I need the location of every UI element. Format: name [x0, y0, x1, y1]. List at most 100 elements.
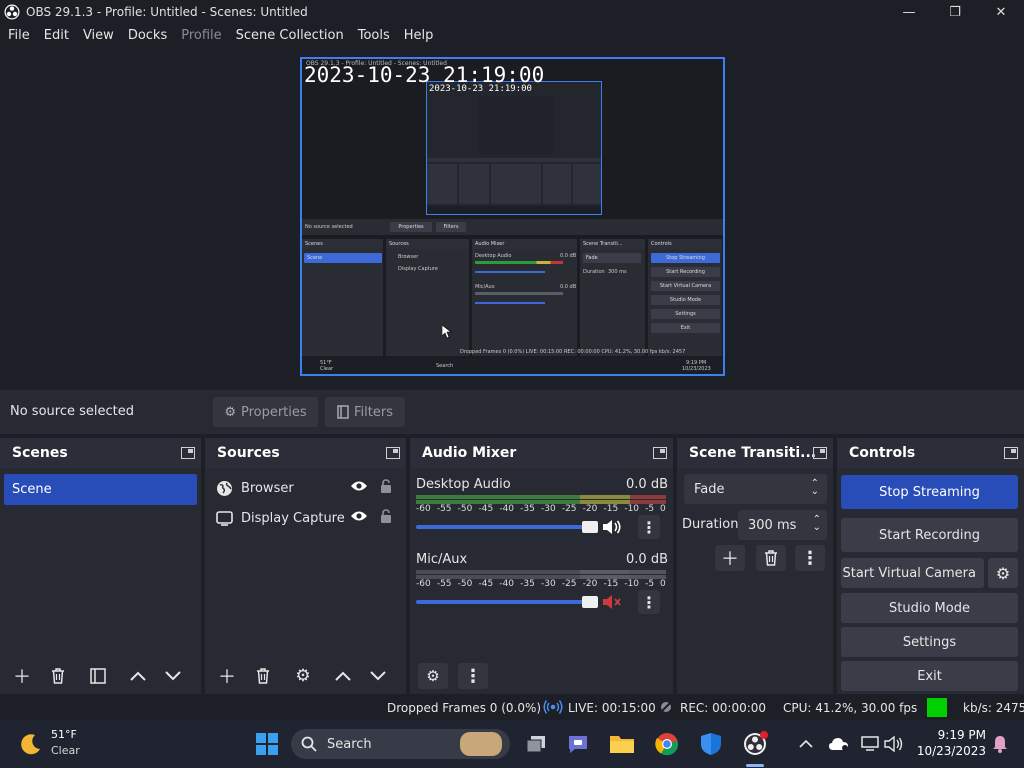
meter-scale-tick: -30	[541, 579, 556, 589]
meter-scale-tick: -25	[561, 504, 577, 514]
speaker-icon[interactable]	[602, 519, 622, 539]
preview-filters: Filters	[436, 222, 466, 232]
rec-time: REC: 00:00:00	[680, 701, 767, 715]
preview-no-source: No source selected	[305, 224, 353, 230]
channel-menu-kebab-icon[interactable]: ⋮	[638, 590, 660, 614]
obs-taskbar-icon[interactable]	[741, 730, 769, 758]
channel-db: 0.0 dB	[626, 552, 668, 567]
meter-scale-tick: -25	[561, 579, 577, 589]
speaker-muted-icon[interactable]	[602, 594, 622, 614]
move-down-icon[interactable]	[158, 663, 188, 689]
menu-file[interactable]: File	[8, 28, 30, 43]
preview-properties: Properties	[390, 222, 432, 232]
defender-shield-icon[interactable]	[697, 730, 725, 758]
channel-menu-kebab-icon[interactable]: ⋮	[638, 515, 660, 539]
menu-docks[interactable]: Docks	[128, 28, 167, 43]
stop-streaming-button[interactable]: Stop Streaming	[841, 475, 1018, 509]
live-broadcast-icon	[543, 699, 563, 718]
studio-mode-button[interactable]: Studio Mode	[841, 593, 1018, 623]
minimize-button[interactable]: —	[886, 0, 932, 24]
source-item-display-capture[interactable]: Display Capture	[215, 505, 395, 531]
filters-button[interactable]: Filters	[325, 397, 405, 427]
preview-clock-overlay: 2023-10-23 21:19:00	[304, 63, 545, 87]
volume-icon[interactable]	[880, 730, 908, 758]
add-source-icon[interactable]: ＋	[212, 663, 242, 689]
settings-button[interactable]: Settings	[841, 627, 1018, 657]
audio-channel-desktop: Desktop Audio 0.0 dB -60 -55 -50 -45 -40 -35-…	[416, 477, 668, 547]
maximize-button[interactable]: ❐	[932, 0, 978, 24]
remove-scene-icon[interactable]	[43, 663, 73, 689]
taskbar-clock[interactable]: 9:19 PM 10/23/2023	[917, 727, 986, 759]
properties-button[interactable]: ⚙ Properties	[213, 397, 318, 427]
live-time: LIVE: 00:15:00	[568, 701, 656, 715]
volume-slider-handle[interactable]	[582, 596, 598, 608]
menu-tools[interactable]: Tools	[358, 28, 390, 43]
move-up-icon[interactable]	[328, 663, 358, 689]
controls-dock: Controls Stop Streaming Start Recording …	[837, 438, 1024, 694]
menu-bar: File Edit View Docks Profile Scene Colle…	[0, 24, 1024, 46]
mouse-cursor-icon	[442, 325, 452, 339]
float-dock-icon[interactable]	[653, 447, 667, 459]
visibility-eye-icon[interactable]	[350, 510, 368, 526]
windows-start-icon[interactable]	[253, 730, 281, 758]
file-explorer-icon[interactable]	[608, 730, 636, 758]
updown-chevron-icon: ⌃ ⌄	[810, 478, 819, 497]
chevron-up-icon[interactable]	[792, 730, 820, 758]
menu-edit[interactable]: Edit	[44, 28, 69, 43]
search-icon	[301, 736, 317, 752]
chrome-icon[interactable]	[653, 730, 681, 758]
exit-button[interactable]: Exit	[841, 661, 1018, 691]
taskbar-search[interactable]: Search	[291, 729, 510, 759]
volume-slider-handle[interactable]	[582, 521, 598, 533]
start-recording-button[interactable]: Start Recording	[841, 518, 1018, 552]
lock-icon[interactable]	[380, 509, 392, 527]
close-button[interactable]: ✕	[978, 0, 1024, 24]
search-highlight-icon	[460, 732, 502, 756]
add-transition-icon[interactable]: ＋	[715, 545, 745, 571]
remove-transition-icon[interactable]	[756, 545, 786, 571]
float-dock-icon[interactable]	[386, 447, 400, 459]
add-scene-icon[interactable]: ＋	[7, 663, 37, 689]
volume-slider[interactable]	[416, 521, 598, 533]
program-preview[interactable]: OBS 29.1.3 - Profile: Untitled - Scenes:…	[300, 57, 725, 376]
remove-source-icon[interactable]	[248, 663, 278, 689]
source-item-browser[interactable]: Browser	[215, 475, 395, 501]
preview-sources-dock: Sources Browser Display Capture	[386, 239, 470, 356]
status-bar: Dropped Frames 0 (0.0%) LIVE: 00:15:00 R…	[0, 696, 1024, 720]
notification-bell-icon[interactable]	[986, 730, 1014, 758]
meter-scale-tick: -40	[499, 579, 515, 589]
windows-taskbar: 51°F Clear Search 9:19 PM 10/23/2023	[0, 720, 1024, 768]
menu-scene-collection[interactable]: Scene Collection	[236, 28, 344, 43]
moon-weather-icon[interactable]	[17, 730, 45, 758]
meter-scale-tick: -55	[436, 579, 452, 589]
volume-slider[interactable]	[416, 596, 598, 608]
float-dock-icon[interactable]	[813, 447, 827, 459]
spin-arrows-icon[interactable]: ⌃ ⌄	[813, 515, 821, 533]
task-view-icon[interactable]	[522, 730, 550, 758]
duration-spinbox[interactable]: 300 ms ⌃ ⌄	[738, 510, 827, 540]
teams-chat-icon[interactable]	[564, 730, 592, 758]
virtual-camera-settings-gear-icon[interactable]: ⚙	[988, 558, 1018, 588]
float-dock-icon[interactable]	[181, 447, 195, 459]
visibility-eye-icon[interactable]	[350, 480, 368, 496]
transition-select[interactable]: Fade ⌃ ⌄	[684, 474, 827, 504]
scene-list-item[interactable]: Scene	[4, 474, 197, 505]
start-virtual-camera-button[interactable]: Start Virtual Camera	[841, 558, 984, 588]
lock-icon[interactable]	[380, 479, 392, 497]
meter-scale-tick: -55	[436, 504, 452, 514]
advanced-audio-gear-icon[interactable]: ⚙	[418, 663, 448, 689]
transition-menu-kebab-icon[interactable]: ⋮	[795, 545, 825, 571]
menu-profile[interactable]: Profile	[181, 28, 221, 43]
move-up-icon[interactable]	[123, 663, 153, 689]
menu-view[interactable]: View	[83, 28, 114, 43]
menu-help[interactable]: Help	[404, 28, 434, 43]
onedrive-cloud-icon[interactable]	[825, 730, 853, 758]
nested-preview: 2023-10-23 21:19:00	[426, 81, 602, 215]
meter-scale-tick: 0	[660, 504, 666, 514]
scene-filters-icon[interactable]	[83, 663, 113, 689]
move-down-icon[interactable]	[363, 663, 393, 689]
mixer-menu-kebab-icon[interactable]: ⋮	[458, 663, 488, 689]
float-dock-icon[interactable]	[1004, 447, 1018, 459]
source-properties-gear-icon[interactable]: ⚙	[288, 663, 318, 689]
source-label: Display Capture	[241, 510, 345, 526]
